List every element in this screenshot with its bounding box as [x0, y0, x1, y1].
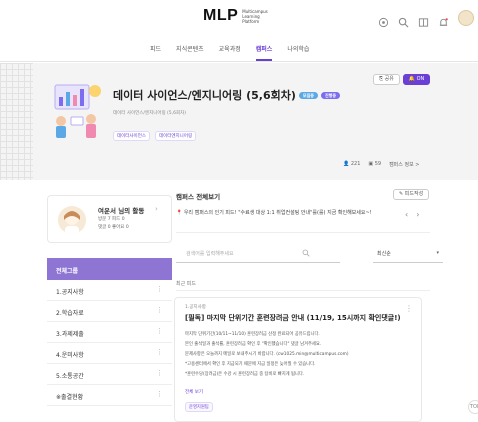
user-avatar[interactable] — [458, 10, 474, 26]
campus-info-link[interactable]: 캠퍼스 정보 > — [389, 161, 419, 168]
section-title: 캠퍼스 전체보기 — [176, 193, 221, 201]
notice-arrows: ‹› — [405, 210, 427, 219]
share-label: 공유 — [384, 76, 394, 82]
brand-logo[interactable]: MLP Multicampus Learning Platform — [203, 7, 276, 25]
pin-icon: 📍 — [176, 210, 183, 216]
group-menu-item[interactable]: 3.과제제출 ⋮ — [47, 322, 172, 343]
on-toggle-button[interactable]: 🔔 ON — [402, 74, 431, 85]
more-icon[interactable]: ⋮ — [405, 304, 413, 313]
hero-buttons: ⎘ 공유 🔔 ON — [373, 74, 431, 85]
logo-sub-line2: Learning Platform — [242, 13, 260, 24]
logo-subtitle: Multicampus Learning Platform — [242, 9, 276, 24]
campus-tag[interactable]: 데이터엔지니어링 — [154, 131, 197, 141]
campus-tags: 데이터사이언스 데이터엔지니어링 — [113, 131, 197, 141]
tab-my-learning[interactable]: 나의학습 — [287, 44, 309, 53]
campus-tag[interactable]: 데이터사이언스 — [113, 131, 150, 141]
chevron-down-icon: ▾ — [436, 250, 439, 256]
prev-arrow-icon[interactable]: ‹ — [405, 210, 416, 219]
group-menu-header[interactable]: 전체그룹 — [47, 258, 172, 280]
menu-item-label: 5.소통공간 — [56, 373, 84, 380]
menu-item-label: 3.과제제출 — [56, 331, 84, 338]
group-menu-item[interactable]: 2.학습자료 ⋮ — [47, 301, 172, 322]
menu-item-label: 4.운미사항 — [56, 352, 84, 359]
profile-name: 여운서 님의 활동 — [98, 207, 145, 215]
divider — [176, 290, 430, 291]
members-count: 221 — [350, 161, 361, 167]
profile-card[interactable]: 여운서 님의 활동 › 방문 7 피드 0 댓글 0 좋아요 0 — [47, 195, 172, 243]
post-line: *고용센터에서 확인 후 지급되기 때문에 지급 일정은 늦어질 수 있습니다. — [185, 362, 316, 367]
top-bar: MLP Multicampus Learning Platform — [0, 0, 478, 38]
top-icons — [378, 10, 474, 27]
more-icon[interactable]: ⋮ — [156, 285, 163, 293]
search-placeholder: 검색어를 입력해주세요 — [186, 251, 234, 257]
members-stat: 👤 221 — [343, 161, 361, 167]
campus-stats: 👤 221 ▣ 59 캠퍼스 정보 > — [343, 161, 419, 168]
next-arrow-icon[interactable]: › — [416, 210, 427, 219]
tab-knowledge[interactable]: 지식콘텐츠 — [176, 44, 204, 53]
sort-select[interactable]: 최신순 ▾ — [373, 245, 443, 263]
recruit-badge: 모집중 — [298, 91, 318, 99]
menu-item-label: 1.공지사항 — [56, 289, 84, 296]
data-science-illustration — [47, 77, 107, 139]
campus-subtitle: 데이터 사이언스/엔지니어링 (5,6회차) — [113, 111, 187, 116]
write-feed-label: 피드작성 — [404, 191, 424, 197]
on-label: ON — [416, 76, 425, 82]
profile-avatar — [58, 206, 86, 234]
post-category: 1.공지사항 — [185, 305, 206, 310]
hero-grid-pattern — [0, 63, 33, 180]
search-icon[interactable] — [398, 13, 409, 27]
progress-badge: 진행중 — [320, 91, 340, 99]
sort-value: 최신순 — [377, 251, 391, 257]
more-icon[interactable]: ⋮ — [156, 348, 163, 356]
post-line: 문제사항은 오늘까지 메일로 보내주시기 바랍니다. (cw1025.min@m… — [185, 352, 349, 357]
divider — [176, 232, 430, 233]
group-menu-item[interactable]: 5.소통공간 ⋮ — [47, 364, 172, 385]
tab-campus[interactable]: 캠퍼스 — [255, 44, 272, 61]
post-line: 본인 출석일과 출석률, 훈련장려금 확인 후 "확인했습니다" 댓글 남겨주세… — [185, 342, 322, 347]
feeds-count: 59 — [374, 161, 382, 167]
post-line: *훈련수당(장려금)은 수강 시 훈련장려금 중 탕비로 빠지게 됩니다. — [185, 372, 305, 377]
more-icon[interactable]: ⋮ — [156, 327, 163, 335]
post-line: 마지막 단위기간(10/11~11/10) 훈련장려금 산정 완료되어 공유드립… — [185, 332, 320, 337]
group-menu-item[interactable]: 4.운미사항 ⋮ — [47, 343, 172, 364]
notice-text: 우리 캠퍼스의 인기 피드! "수료생 대상 1:1 취업컨설팅 안내"를(를)… — [183, 210, 372, 216]
more-icon[interactable]: ⋮ — [156, 390, 163, 398]
post-title[interactable]: [필독] 마지막 단위기간 훈련장려금 안내 (11/19, 15시까지 확인댓… — [185, 313, 401, 323]
campus-title-row: 데이터 사이언스/엔지니어링 (5,6회차) 모집중 진행중 — [113, 87, 340, 103]
search-icon[interactable] — [302, 249, 310, 257]
group-menu-item[interactable]: ※출결현황 ⋮ — [47, 385, 172, 406]
feed-post-card[interactable]: 1.공지사항 [필독] 마지막 단위기간 훈련장려금 안내 (11/19, 15… — [174, 297, 422, 422]
chevron-right-icon[interactable]: › — [155, 205, 158, 213]
campus-title: 데이터 사이언스/엔지니어링 (5,6회차) — [113, 89, 296, 102]
menu-item-label: 2.학습자료 — [56, 310, 84, 317]
latest-feed-label: 최근 피드 — [176, 281, 196, 287]
coin-icon[interactable] — [378, 13, 389, 27]
feeds-stat: ▣ 59 — [368, 161, 382, 167]
menu-item-label: ※출결현황 — [56, 394, 84, 401]
feed-search-input[interactable]: 검색어를 입력해주세요 — [176, 245, 340, 263]
group-menu-item[interactable]: 1.공지사항 ⋮ — [47, 280, 172, 301]
post-tag[interactable]: 운영지원팀 — [185, 402, 213, 412]
profile-stats-row2: 댓글 0 좋아요 0 — [98, 225, 129, 230]
more-icon[interactable]: ⋮ — [156, 306, 163, 314]
campus-hero: 데이터 사이언스/엔지니어링 (5,6회차) 모집중 진행중 데이터 사이언스/… — [0, 63, 478, 180]
profile-stats-row1: 방문 7 피드 0 — [98, 217, 125, 222]
bell-icon[interactable] — [438, 13, 449, 26]
logo-mark: MLP — [203, 7, 239, 24]
main-nav: 피드 지식콘텐츠 교육과정 캠퍼스 나의학습 — [0, 38, 478, 62]
tab-courses[interactable]: 교육과정 — [219, 44, 241, 53]
tab-feed[interactable]: 피드 — [150, 44, 161, 53]
scroll-top-button[interactable]: TOP — [468, 400, 478, 414]
share-button[interactable]: ⎘ 공유 — [373, 74, 400, 85]
read-more-link[interactable]: 전체 보기 — [185, 389, 203, 395]
write-feed-button[interactable]: ✎ 피드작성 — [393, 189, 430, 200]
more-icon[interactable]: ⋮ — [156, 369, 163, 377]
popular-feed-notice[interactable]: 📍 우리 캠퍼스의 인기 피드! "수료생 대상 1:1 취업컨설팅 안내"를(… — [176, 209, 436, 216]
book-icon[interactable] — [418, 13, 429, 27]
